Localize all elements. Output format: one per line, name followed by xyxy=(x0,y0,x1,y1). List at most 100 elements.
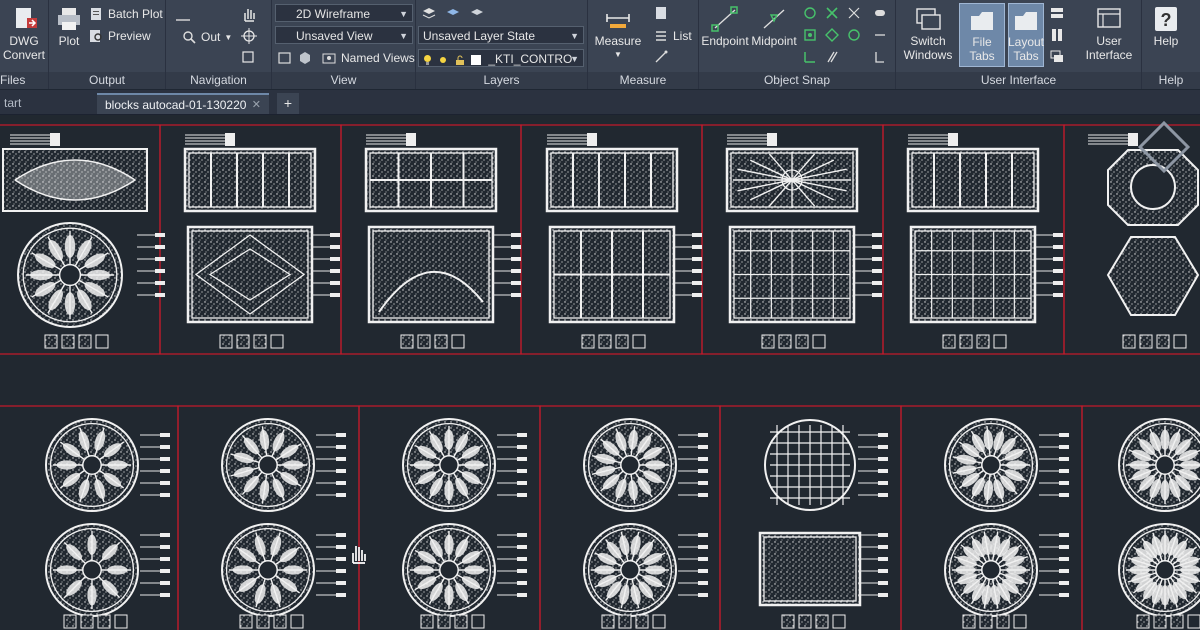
plot-button[interactable]: Plot xyxy=(53,6,85,48)
leader-label xyxy=(160,545,170,549)
measure-panel-title: Measure xyxy=(588,72,698,89)
layer-match-icon[interactable] xyxy=(470,6,484,20)
endpoint-icon xyxy=(711,6,738,32)
leader-label xyxy=(330,281,340,285)
saved-view-dropdown[interactable]: Unsaved View ▼ xyxy=(275,26,413,44)
measure-panel: Measure ▼ List Measure xyxy=(588,0,699,89)
top-sheet-drawing xyxy=(183,133,340,349)
tab-start[interactable]: tart xyxy=(0,93,88,114)
help-button[interactable]: ? Help xyxy=(1148,6,1184,48)
tab-file-label: blocks autocad-01-130220 xyxy=(105,98,247,112)
tab-file[interactable]: blocks autocad-01-130220 ✕ xyxy=(97,93,269,114)
file-tabs-button[interactable]: File Tabs xyxy=(959,3,1005,67)
view-cube-icon[interactable] xyxy=(240,50,258,64)
tab-start-label: tart xyxy=(4,96,22,110)
medallion-petal xyxy=(464,565,485,575)
layer-dropdown[interactable]: _KTI_CONTRO ▼ xyxy=(418,49,584,67)
leader-label xyxy=(692,233,702,237)
intersection-snap-icon[interactable] xyxy=(825,6,839,20)
apparent-intersection-icon[interactable] xyxy=(847,6,861,20)
zoom-out-button[interactable]: Out ▼ xyxy=(182,28,232,46)
snap-toggle-icon[interactable] xyxy=(873,6,887,20)
panel-outline xyxy=(545,147,679,213)
named-views-button[interactable]: Named Views xyxy=(322,49,415,67)
switch-windows-button[interactable]: Switch Windows xyxy=(900,6,956,62)
batch-plot-label: Batch Plot xyxy=(108,7,163,21)
chevron-down-icon: ▼ xyxy=(399,9,408,19)
medallion-center xyxy=(82,455,102,475)
layer-state-dropdown[interactable]: Unsaved Layer State ▼ xyxy=(418,26,584,44)
leader-label xyxy=(872,269,882,273)
viewcube-icon[interactable] xyxy=(1130,117,1198,177)
leader-label xyxy=(511,233,521,237)
quadrant-snap-icon[interactable] xyxy=(825,28,839,42)
user-interface-button[interactable]: User Interface xyxy=(1079,6,1139,62)
preview-button[interactable]: Preview xyxy=(89,27,151,45)
leader-label xyxy=(698,445,708,449)
layout-tabs-button[interactable]: Layout Tabs xyxy=(1008,3,1044,67)
viewport-icon[interactable] xyxy=(278,51,292,65)
leader-label xyxy=(517,581,527,585)
legend-swatch xyxy=(581,334,595,349)
new-tab-button[interactable]: + xyxy=(277,93,299,114)
leader-label xyxy=(692,269,702,273)
parallel-snap-icon[interactable] xyxy=(825,50,839,64)
leader-label xyxy=(155,281,165,285)
leader-label xyxy=(160,569,170,573)
medallion-petal xyxy=(56,460,77,470)
view-panel: 2D Wireframe ▼ Unsaved View ▼ Named Views … xyxy=(272,0,416,89)
id-point-icon[interactable] xyxy=(654,50,668,64)
leader-label xyxy=(330,233,340,237)
legend-swatch xyxy=(236,334,250,349)
legend-swatch xyxy=(615,334,629,349)
cad-drawing[interactable] xyxy=(0,115,1200,630)
cube-view-icon[interactable] xyxy=(298,51,312,65)
orbit-icon[interactable] xyxy=(240,27,258,45)
center-snap-icon[interactable] xyxy=(803,6,817,20)
pan-hand-icon[interactable] xyxy=(240,5,258,23)
leader-label xyxy=(517,533,527,537)
leader-label xyxy=(160,581,170,585)
measure-button[interactable]: Measure ▼ xyxy=(594,6,642,62)
layer-properties-icon[interactable] xyxy=(422,6,436,20)
current-layer-value: _KTI_CONTRO xyxy=(488,52,573,66)
perpendicular-snap-icon[interactable] xyxy=(803,50,817,64)
leader-label xyxy=(878,469,888,473)
plus-icon: + xyxy=(283,95,293,111)
zoom-extents-icon[interactable] xyxy=(174,6,194,26)
node-snap-icon[interactable] xyxy=(803,28,817,42)
tile-horizontal-icon[interactable] xyxy=(1050,6,1064,20)
legend-swatch xyxy=(795,334,809,349)
endpoint-button[interactable]: Endpoint xyxy=(701,6,749,48)
svg-text:?: ? xyxy=(1161,10,1172,30)
panel-outline xyxy=(758,531,862,607)
legend-swatch xyxy=(1173,334,1187,349)
extension-snap-icon[interactable] xyxy=(873,28,887,42)
quick-calc-icon[interactable] xyxy=(654,6,668,20)
batch-plot-button[interactable]: Batch Plot xyxy=(89,5,163,23)
legend-swatch xyxy=(434,334,448,349)
leader-label xyxy=(160,469,170,473)
layer-state-value: Unsaved Layer State xyxy=(423,29,536,43)
osnap-settings-icon[interactable] xyxy=(873,50,887,64)
visual-style-dropdown[interactable]: 2D Wireframe ▼ xyxy=(275,4,413,22)
leader-label xyxy=(336,569,346,573)
cascade-icon[interactable] xyxy=(1050,50,1064,64)
medallion-center xyxy=(620,560,640,580)
leader-label xyxy=(872,245,882,249)
close-icon[interactable]: ✕ xyxy=(252,95,261,116)
leader-label xyxy=(330,245,340,249)
navigation-panel: Out ▼ Navigation xyxy=(166,0,272,89)
tile-vertical-icon[interactable] xyxy=(1050,28,1064,42)
layer-isolate-icon[interactable] xyxy=(446,6,460,20)
dwg-convert-button[interactable]: DWG Convert xyxy=(3,6,45,62)
legend-swatch xyxy=(815,614,829,629)
drawing-canvas[interactable] xyxy=(0,115,1200,630)
leader-label xyxy=(336,533,346,537)
list-button[interactable]: List xyxy=(654,27,692,45)
legend-swatch xyxy=(652,614,666,629)
leader-label xyxy=(878,545,888,549)
midpoint-button[interactable]: Midpoint xyxy=(749,6,799,48)
tangent-snap-icon[interactable] xyxy=(847,28,861,42)
medallion-petal xyxy=(1180,460,1200,470)
